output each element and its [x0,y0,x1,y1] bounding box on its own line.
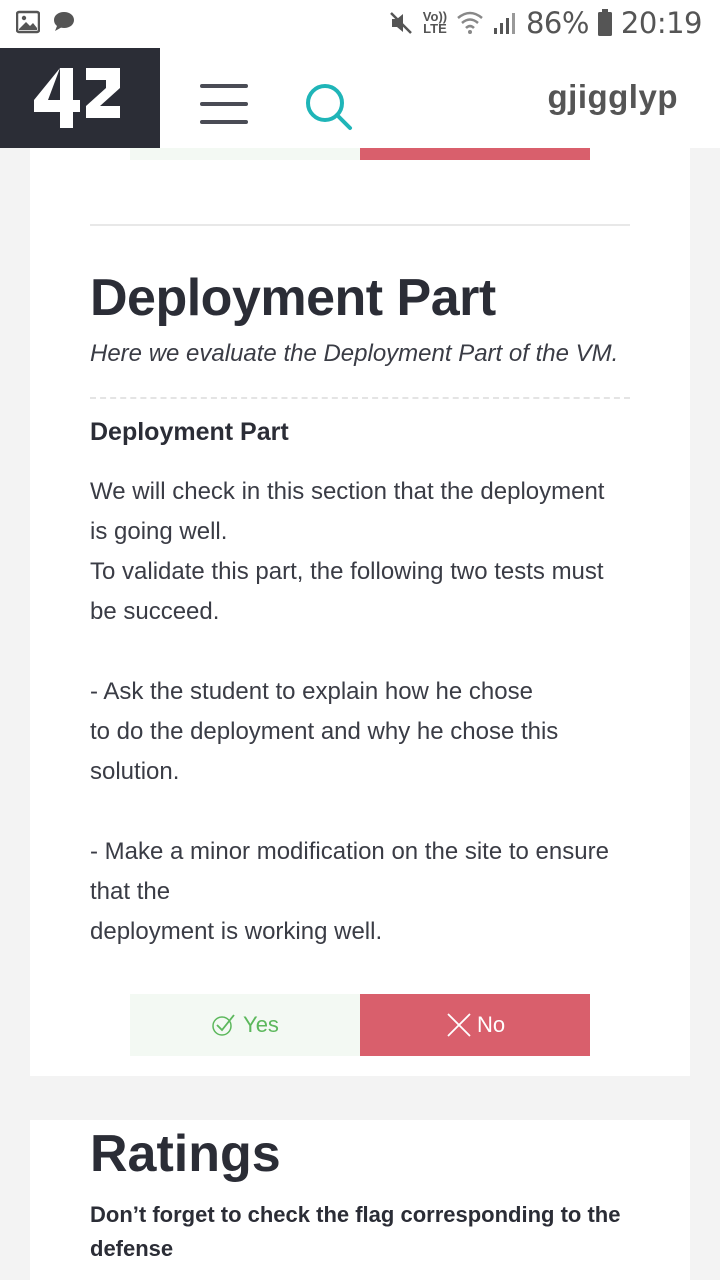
no-label: No [476,1012,506,1037]
ratings-note: Don’t forget to check the flag correspon… [90,1202,621,1261]
description-line: To validate this part, the following two… [90,558,604,585]
chat-notification-icon [54,12,74,31]
description-line: to do the deployment and why he chose th… [90,718,559,745]
previous-yes-button[interactable] [130,148,360,160]
yes-button[interactable]: Yes [130,994,360,1056]
close-icon [447,1013,471,1037]
description-line: be succeed. [90,598,220,625]
top-nav: gjigglyp [0,48,720,148]
dashed-divider [90,397,630,399]
check-icon [212,1014,235,1036]
battery-icon [597,9,612,36]
description-line: that the [90,878,171,905]
hamburger-icon-line [200,102,248,106]
lte-indicator: Vo)) LTE [422,9,448,36]
description-line [90,792,630,832]
mute-icon [390,12,412,34]
description-line: We will check in this section that the d… [90,478,605,505]
search-button[interactable] [300,78,360,138]
battery-percent: 86% [525,6,589,40]
42-logo-mark [34,68,120,128]
ratings-card: Ratings Don’t forget to check the flag c… [30,1120,690,1280]
search-icon [306,84,352,130]
description-line: is going well. [90,518,228,545]
wifi-icon [457,11,483,34]
section-title: Deployment Part [90,269,496,327]
username[interactable]: gjigglyp [548,78,679,116]
description-line [90,632,630,672]
section-subtitle: Here we evaluate the Deployment Part of … [90,340,619,367]
yes-label: Yes [243,1012,279,1037]
notification-icons [16,10,76,34]
previous-no-button[interactable] [360,148,590,160]
menu-button[interactable] [200,84,254,132]
section-divider [90,224,630,226]
status-bar: Vo)) LTE 86% 20:19 [0,0,720,48]
question-title: Deployment Part [90,418,289,446]
signal-icon [493,13,515,34]
image-notification-icon [16,10,40,34]
system-indicators: Vo)) LTE 86% 20:19 [388,6,703,40]
description-line: - Ask the student to explain how he chos… [90,678,533,705]
hamburger-icon-line [200,84,248,88]
ratings-title: Ratings [90,1125,281,1183]
description-line: - Make a minor modification on the site … [90,838,609,865]
evaluation-card: Deployment Part Here we evaluate the Dep… [30,148,690,1076]
description-line: solution. [90,758,180,785]
question-description: We will check in this section that the d… [90,472,630,952]
42-logo[interactable] [0,48,160,148]
clock: 20:19 [620,6,703,40]
hamburger-icon-line [200,120,248,124]
description-line: deployment is working well. [90,918,383,945]
no-button[interactable]: No [360,994,590,1056]
